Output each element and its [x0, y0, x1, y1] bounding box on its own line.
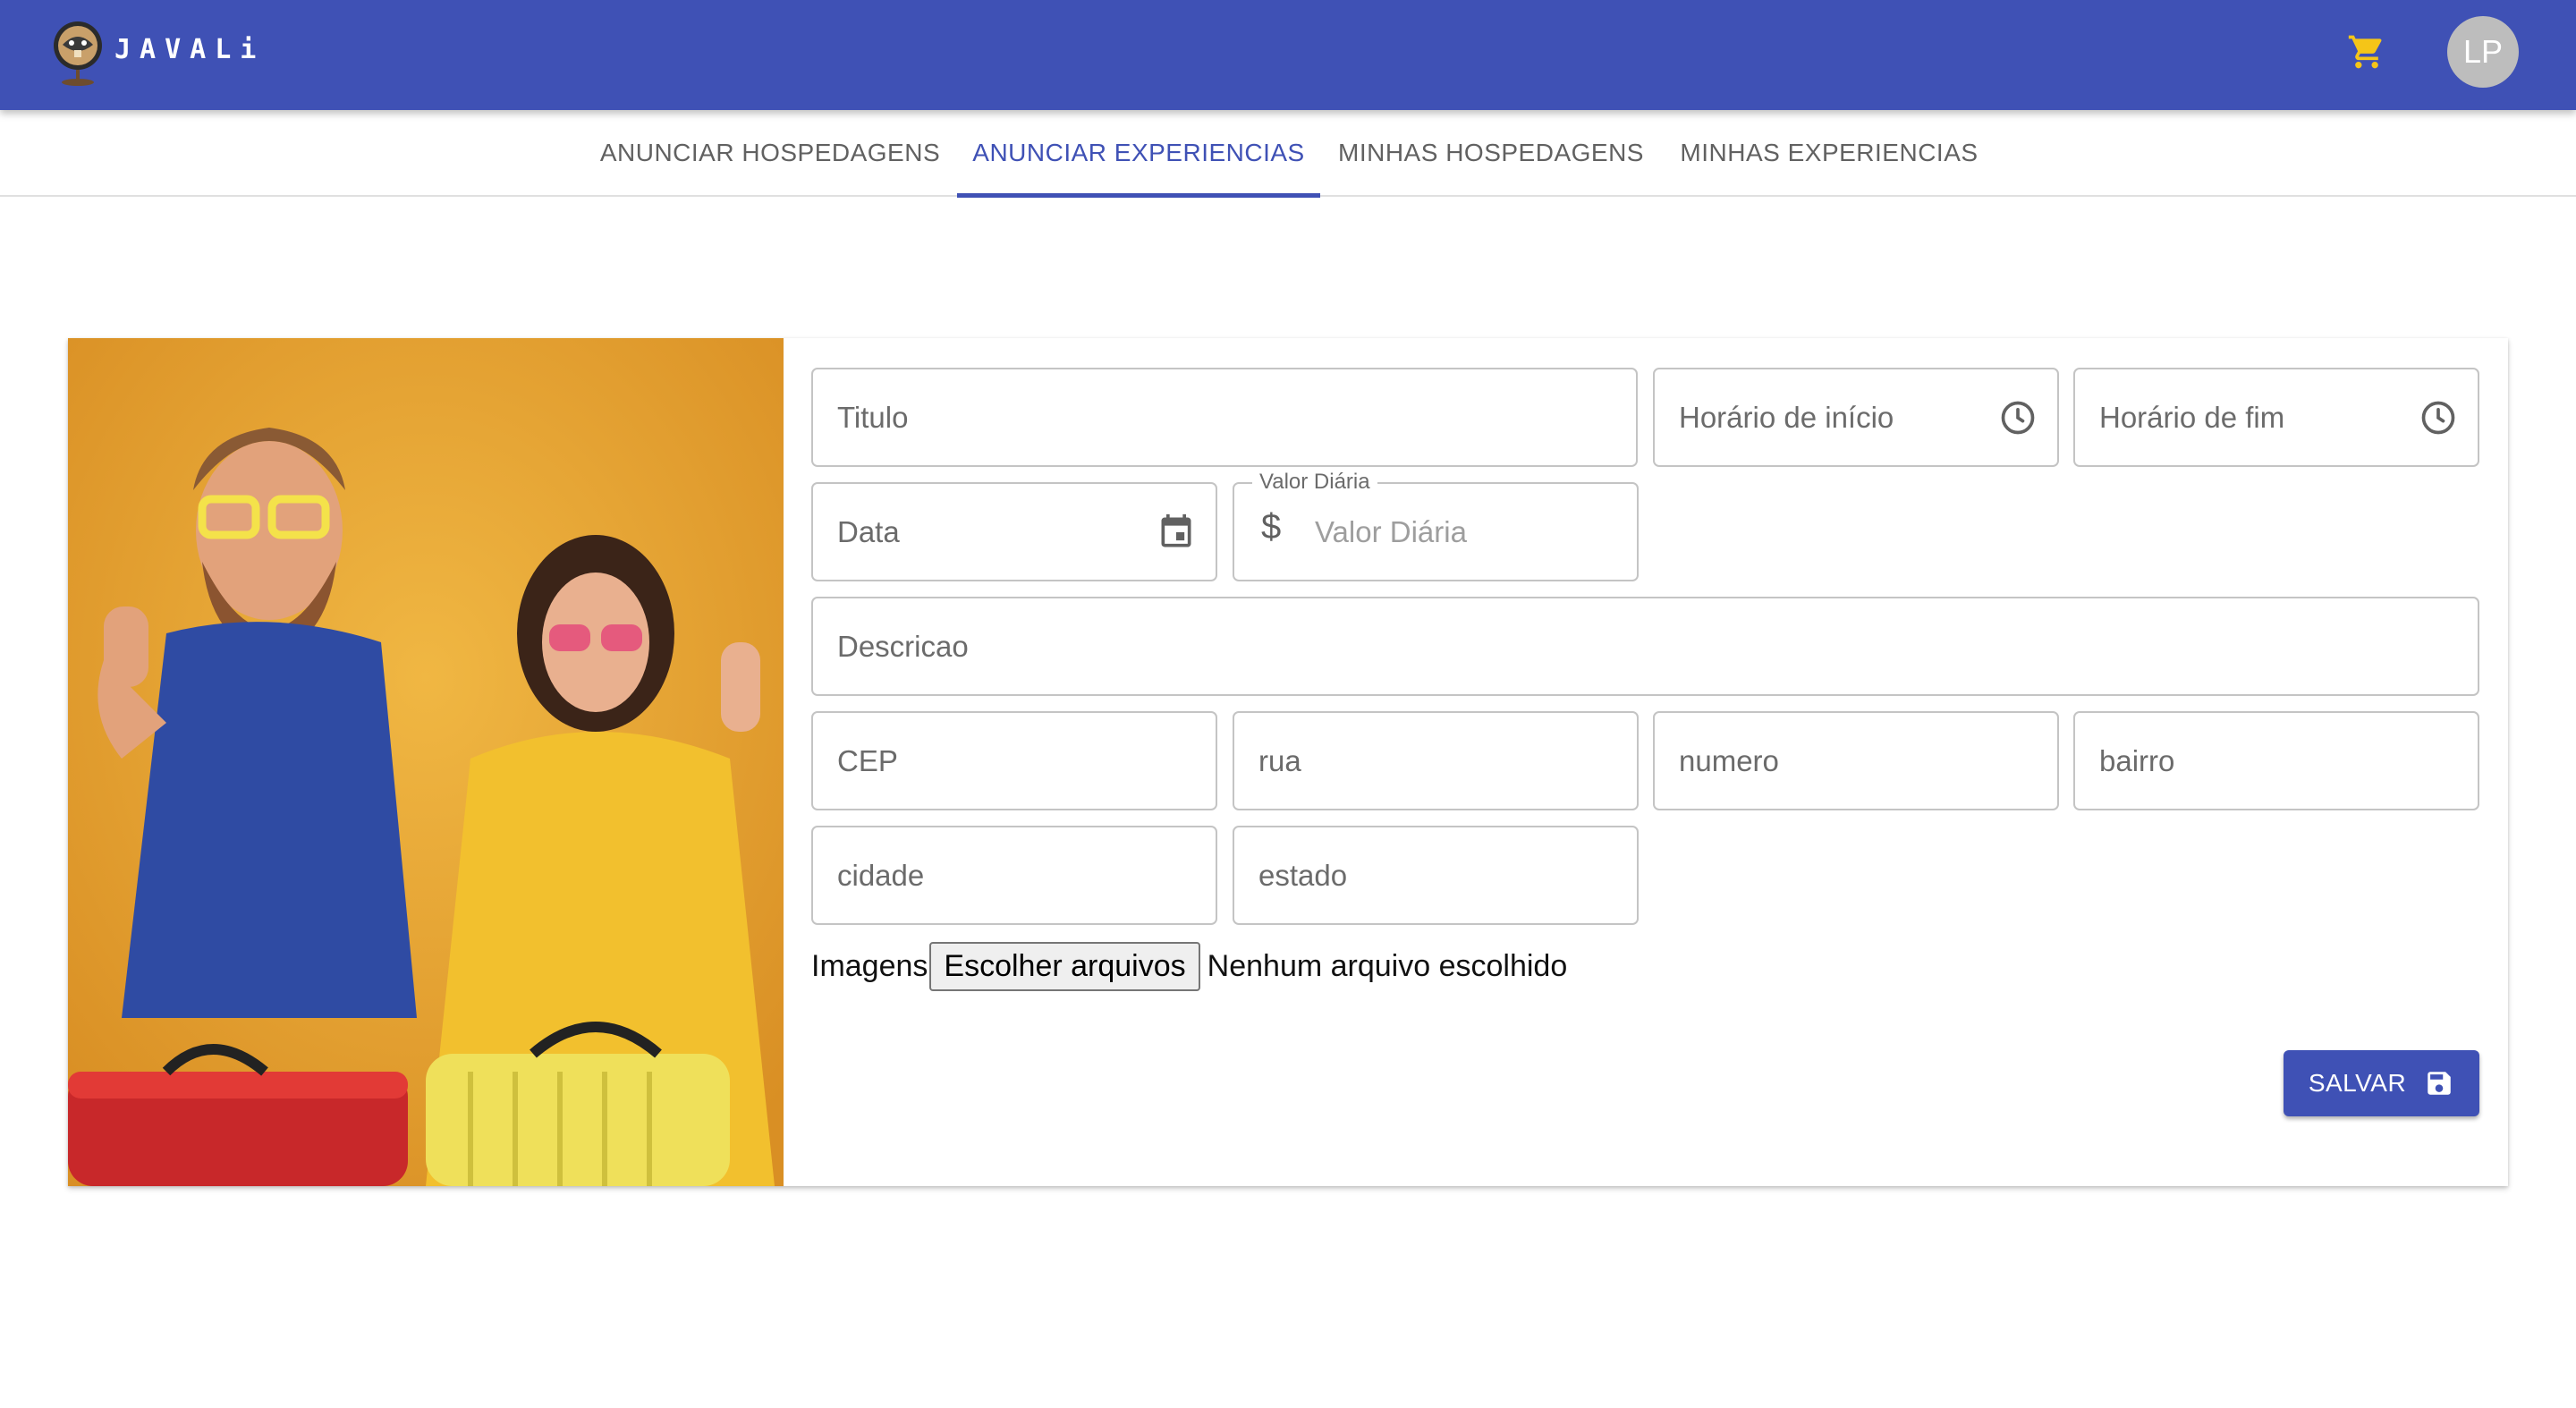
imagens-file-input: Imagens Escolher arquivos Nenhum arquivo…: [811, 939, 1567, 993]
data-field[interactable]: Data: [811, 482, 1217, 581]
bairro-label: bairro: [2099, 743, 2175, 777]
titulo-field[interactable]: Titulo: [811, 368, 1638, 467]
travelers-photo: [68, 338, 784, 1186]
tab-minhas-experiencias[interactable]: MINHAS EXPERIENCIAS: [1662, 110, 1996, 195]
horario-fim-field[interactable]: Horário de fim: [2073, 368, 2479, 467]
tab-anunciar-experiencias[interactable]: ANUNCIAR EXPERIENCIAS: [957, 110, 1320, 198]
horario-inicio-label: Horário de início: [1679, 400, 1894, 434]
floppy-disk-icon: [2428, 1072, 2451, 1095]
clock-icon[interactable]: [2419, 398, 2458, 437]
imagens-label: Imagens: [811, 948, 928, 983]
user-avatar[interactable]: LP: [2447, 16, 2519, 88]
shopping-cart-icon[interactable]: [2345, 32, 2388, 72]
valor-diaria-field[interactable]: Valor Diária $ Valor Diária: [1233, 470, 1639, 581]
titulo-label: Titulo: [837, 400, 909, 434]
choose-files-button[interactable]: Escolher arquivos: [929, 941, 1200, 991]
cidade-field[interactable]: cidade: [811, 826, 1217, 925]
data-label: Data: [837, 514, 900, 548]
cep-field[interactable]: CEP: [811, 711, 1217, 810]
numero-label: numero: [1679, 743, 1779, 777]
brand-name: JAVALi: [114, 34, 266, 65]
tab-bar: ANUNCIAR HOSPEDAGENS ANUNCIAR EXPERIENCI…: [0, 110, 2576, 198]
horario-fim-label: Horário de fim: [2099, 400, 2285, 434]
calendar-icon[interactable]: [1157, 513, 1196, 552]
tab-anunciar-hospedagens[interactable]: ANUNCIAR HOSPEDAGENS: [582, 110, 958, 195]
bairro-field[interactable]: bairro: [2073, 711, 2479, 810]
estado-field[interactable]: estado: [1233, 826, 1639, 925]
cidade-label: cidade: [837, 858, 925, 892]
rua-label: rua: [1258, 743, 1301, 777]
estado-label: estado: [1258, 858, 1348, 892]
numero-field[interactable]: numero: [1653, 711, 2059, 810]
cep-label: CEP: [837, 743, 898, 777]
dollar-icon: $: [1261, 507, 1282, 547]
logo-icon[interactable]: [50, 18, 106, 88]
valor-diaria-placeholder: Valor Diária: [1315, 514, 1467, 548]
descricao-field[interactable]: Descricao: [811, 597, 2479, 696]
rua-field[interactable]: rua: [1233, 711, 1639, 810]
descricao-label: Descricao: [837, 629, 969, 663]
horario-inicio-field[interactable]: Horário de início: [1653, 368, 2059, 467]
clock-icon[interactable]: [1998, 398, 2038, 437]
save-button-label: SALVAR: [2308, 1069, 2407, 1097]
save-button[interactable]: SALVAR: [2284, 1050, 2479, 1116]
tab-minhas-hospedagens[interactable]: MINHAS HOSPEDAGENS: [1320, 110, 1662, 195]
experience-form-card: Titulo Horário de início Horário de fim …: [68, 338, 2508, 1186]
file-status-text: Nenhum arquivo escolhido: [1207, 948, 1568, 983]
app-bar: JAVALi LP: [0, 0, 2576, 110]
